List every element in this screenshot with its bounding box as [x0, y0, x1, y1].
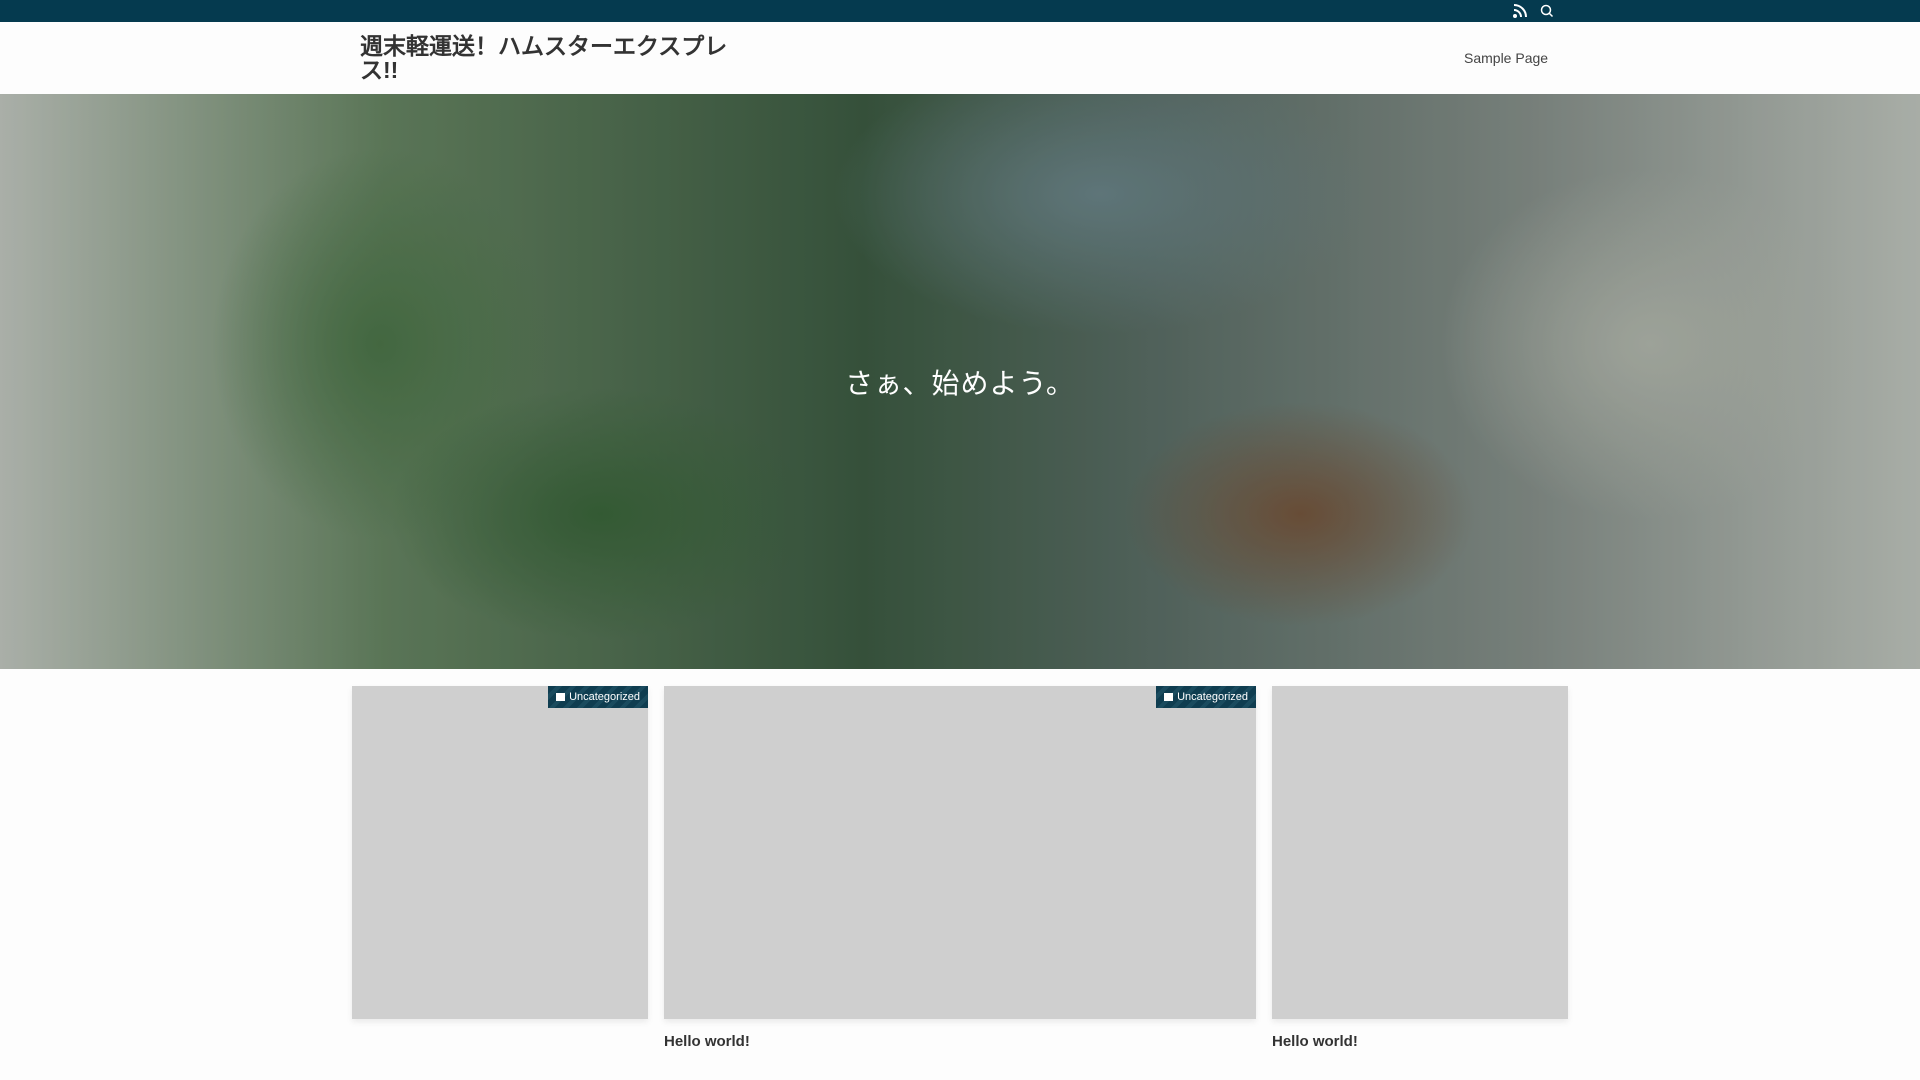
post-title[interactable]: Hello world!	[1272, 1033, 1358, 1050]
folder-icon	[1164, 693, 1174, 701]
post-title[interactable]: Hello world!	[664, 1033, 750, 1050]
hero-image: さぁ、始めよう。	[0, 94, 1920, 669]
category-badge[interactable]: Uncategorized	[1156, 686, 1256, 708]
hero-tagline: さぁ、始めよう。	[845, 368, 1075, 399]
nav-sample-page[interactable]: Sample Page	[1464, 50, 1548, 66]
top-bar	[0, 0, 1920, 22]
site-title[interactable]: 週末軽運送！ハムスターエクスプレス!!	[360, 34, 760, 82]
category-label: Uncategorized	[1177, 691, 1248, 703]
folder-icon	[556, 693, 566, 701]
rss-icon[interactable]	[1512, 3, 1528, 19]
site-header: 週末軽運送！ハムスターエクスプレス!! Sample Page	[0, 22, 1920, 94]
post-card[interactable]	[1272, 686, 1568, 1019]
post-card[interactable]: Uncategorized	[664, 686, 1256, 1019]
category-label: Uncategorized	[569, 691, 640, 703]
post-card[interactable]: Uncategorized	[352, 686, 648, 1019]
category-badge[interactable]: Uncategorized	[548, 686, 648, 708]
search-icon[interactable]	[1539, 3, 1555, 19]
